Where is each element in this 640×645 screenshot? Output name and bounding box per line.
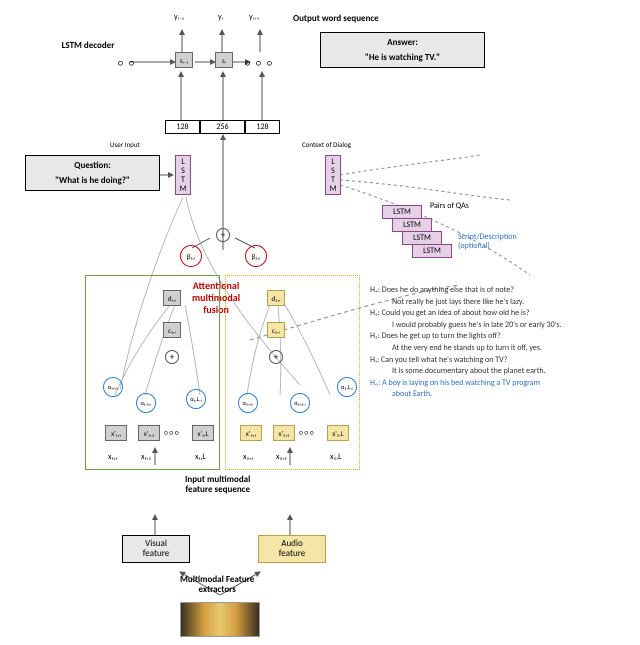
plus-v: + xyxy=(165,350,179,364)
user-input-label: User Input xyxy=(110,140,140,149)
alpha1L: α₁,L,ᵢ xyxy=(186,389,206,409)
c1: c₁,ᵢ xyxy=(163,322,181,338)
lstm-pair-4: LSTM xyxy=(412,244,452,258)
question-label: Question: xyxy=(34,160,151,171)
question-box: Question: "What is he doing?" xyxy=(25,155,160,191)
x1Lh: x'₁,L xyxy=(192,425,214,441)
h1q: H₁: Can you tell what he's watching on T… xyxy=(370,355,630,367)
lstm-context: LSTM xyxy=(325,155,341,195)
dim-128l: 128 xyxy=(165,120,200,134)
x21: x₂,₁ xyxy=(243,452,253,462)
output-seq-label: Output word sequence xyxy=(293,13,379,24)
x12h: x'₁,₂ xyxy=(138,425,160,441)
input-seq-label: Input multimodalfeature sequence xyxy=(185,475,250,495)
h2q: H₂: Does he get up to turn the lights of… xyxy=(370,331,630,343)
video-thumb xyxy=(180,602,260,637)
h4q: H₄: Does he do anything else that is of … xyxy=(370,285,630,297)
alpha2L: α₂,L,ᵢ xyxy=(337,377,357,397)
y-next: yᵢ₊₁ xyxy=(249,12,259,22)
dim-128r: 128 xyxy=(245,120,280,134)
plus-a: + xyxy=(269,350,283,364)
dim-row: 128 256 128 xyxy=(165,120,280,134)
answer-box: Answer: "He is watching TV." xyxy=(320,32,485,68)
dots-a: ○ ○ ○ xyxy=(299,428,314,437)
x2Lh: x'₂,L xyxy=(327,425,349,441)
x2L: x₂,L xyxy=(330,452,342,462)
lstm-pair-2: LSTM xyxy=(392,218,432,232)
h2a: At the very end he stands up to turn it … xyxy=(370,343,630,355)
dialogue-block: H₄: Does he do anything else that is of … xyxy=(370,285,630,401)
lstm-question: LSTM xyxy=(175,155,191,195)
y-i: yᵢ xyxy=(218,12,223,22)
lstm-pair-1: LSTM xyxy=(382,205,422,219)
x12: x₁,₂ xyxy=(141,452,151,462)
alpha21: α₂,₁,ᵢ xyxy=(238,393,258,413)
lstm-pair-3: LSTM xyxy=(402,231,442,245)
c2: c₂,ᵢ xyxy=(267,322,285,338)
h3q: H₃: Could you get an idea of about how o… xyxy=(370,308,630,320)
decoder-cell-prev: sᵢ₋₁ xyxy=(175,52,193,68)
answer-text: "He is watching TV." xyxy=(329,52,476,63)
ellipsis-right: ○ ○ ○ xyxy=(245,58,274,69)
ellipsis-left: ○ ○ xyxy=(118,58,136,69)
h3a: I would probably guess he's in late 20's… xyxy=(370,320,630,332)
alpha22: α₂,₂,ᵢ xyxy=(290,393,310,413)
answer-label: Answer: xyxy=(329,37,476,48)
plus-node: + xyxy=(216,228,230,242)
x21h: x'₂,₁ xyxy=(240,425,262,441)
context-label: Context of Dialog xyxy=(302,140,351,149)
pairs-label: Pairs of QAs xyxy=(430,201,469,211)
d1: d₁,ᵢ xyxy=(163,290,181,306)
visual-feature-box: Visualfeature xyxy=(122,535,190,563)
alpha12: α₁,₂,ᵢ xyxy=(136,393,156,413)
x11h: x'₁,₁ xyxy=(105,425,127,441)
lstm-decoder-label: LSTM decoder xyxy=(58,40,118,51)
x22: x₂,₂ xyxy=(276,452,287,462)
h1a: It is some documentary about the planet … xyxy=(370,366,630,378)
d2: d₂,ᵢ xyxy=(267,290,285,306)
audio-feature-box: Audiofeature xyxy=(258,535,326,563)
x1L: x₁,L xyxy=(195,452,206,462)
extractors-label: Multimodal Featureextractors xyxy=(180,575,254,595)
script-label: Script/Description(optional) xyxy=(458,233,517,251)
x22h: x'₂,₂ xyxy=(273,425,295,441)
dim-256: 256 xyxy=(200,120,245,134)
h0: H₀: A boy is laying on his bed watching … xyxy=(370,378,630,401)
beta1: β₁,ᵢ xyxy=(180,245,202,267)
dots-v: ○ ○ ○ xyxy=(164,428,179,437)
alpha11: α₁,₁,ᵢ xyxy=(103,377,123,397)
x11: x₁,₁ xyxy=(108,452,117,462)
beta2: β₂,ᵢ xyxy=(245,245,267,267)
h4a: Not really he just lays there like he's … xyxy=(370,297,630,309)
decoder-cell-i: sᵢ xyxy=(215,52,233,68)
question-text: "What is he doing?" xyxy=(34,175,151,186)
y-prev: yᵢ₋₁ xyxy=(174,12,184,22)
